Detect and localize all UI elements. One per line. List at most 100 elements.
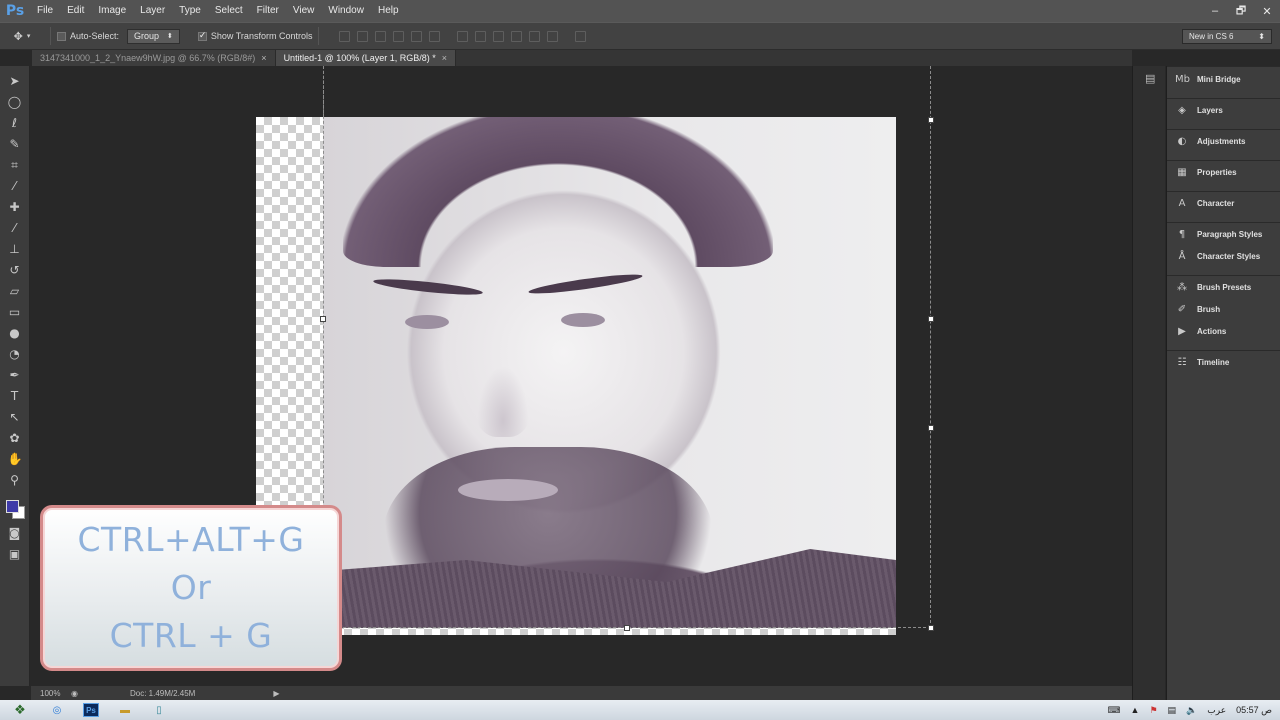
move-icon[interactable]: ➤: [8, 74, 22, 89]
panel-group: ◈ Layers: [1167, 98, 1280, 121]
tool-preset-picker[interactable]: ✥ ▾: [0, 30, 44, 43]
minimize-button[interactable]: –: [1208, 5, 1222, 17]
menu-filter[interactable]: Filter: [250, 0, 286, 22]
align-bottom-icon[interactable]: [375, 30, 387, 42]
menu-file[interactable]: File: [30, 0, 60, 22]
close-button[interactable]: ✕: [1260, 5, 1274, 18]
move-icon: ✥: [13, 30, 23, 43]
keyboard-icon[interactable]: ⌨: [1108, 705, 1121, 716]
transform-handle-bottom[interactable]: [624, 625, 630, 631]
blur-icon[interactable]: ●: [8, 326, 22, 341]
panel-mini-bridge[interactable]: Mb Mini Bridge: [1167, 68, 1280, 90]
dodge-icon[interactable]: ◔: [8, 347, 22, 362]
tab-untitled-1[interactable]: Untitled-1 @ 100% (Layer 1, RGB/8) * ×: [275, 50, 457, 66]
hand-icon[interactable]: ✋: [8, 452, 23, 467]
crop-icon[interactable]: ⌗: [8, 158, 22, 173]
transform-handle-right[interactable]: [928, 316, 934, 322]
menu-layer[interactable]: Layer: [133, 0, 172, 22]
foreground-color-swatch[interactable]: [5, 500, 19, 513]
transform-bounding-box[interactable]: [320, 66, 934, 631]
os-taskbar: ❖ ◎ Ps ▬ ▯ ⌨ ▲ ⚑ ▤ 🔈 عرب 05:57 ص: [0, 700, 1280, 720]
distribute-left-icon[interactable]: [511, 30, 523, 42]
status-menu-arrow-icon[interactable]: ▶: [273, 689, 279, 698]
tab-document-jpg[interactable]: 3147341000_1_2_Ynaew9hW.jpg @ 66.7% (RGB…: [32, 50, 276, 66]
marquee-icon[interactable]: ◯: [8, 95, 22, 110]
taskbar-app-button[interactable]: ▯: [142, 701, 176, 719]
pen-icon[interactable]: ✒: [8, 368, 22, 383]
show-transform-checkbox[interactable]: Show Transform Controls: [197, 30, 312, 41]
history-brush-icon[interactable]: ↺: [8, 263, 22, 278]
menu-image[interactable]: Image: [91, 0, 133, 22]
panel-properties[interactable]: ▦ Properties: [1167, 161, 1280, 183]
close-icon[interactable]: ×: [442, 50, 447, 66]
type-icon[interactable]: T: [8, 389, 22, 404]
eraser-icon[interactable]: ▱: [8, 284, 22, 299]
auto-select-checkbox[interactable]: Auto-Select:: [57, 31, 119, 41]
export-icon[interactable]: ◉: [71, 689, 78, 698]
panel-character[interactable]: A Character: [1167, 192, 1280, 214]
panel-paragraph-styles[interactable]: ¶ Paragraph Styles: [1167, 223, 1280, 245]
taskbar-photoshop-button[interactable]: Ps: [74, 701, 108, 719]
distribute-bottom-icon[interactable]: [493, 30, 505, 42]
distribute-vcenter-icon[interactable]: [475, 30, 487, 42]
panel-adjustments[interactable]: ◐ Adjustments: [1167, 130, 1280, 152]
auto-align-icon[interactable]: [575, 30, 587, 42]
gradient-icon[interactable]: ▭: [8, 305, 22, 320]
tray-expand-icon[interactable]: ▲: [1131, 705, 1140, 715]
panel-actions[interactable]: ▶ Actions: [1167, 320, 1280, 342]
shape-icon[interactable]: ✿: [8, 431, 22, 446]
align-left-icon[interactable]: [393, 30, 405, 42]
color-swatches[interactable]: [4, 498, 26, 520]
windows-start-icon[interactable]: ❖: [0, 702, 40, 718]
workspace-select[interactable]: New in CS 6 ⬍: [1182, 29, 1272, 44]
quick-select-icon[interactable]: ✎: [8, 137, 22, 152]
screen-mode-icon[interactable]: ▣: [8, 547, 22, 562]
zoom-level[interactable]: 100%: [31, 689, 71, 698]
taskbar-browser-button[interactable]: ◎: [40, 701, 74, 719]
stamp-icon[interactable]: ⊥: [8, 242, 22, 257]
menu-window[interactable]: Window: [321, 0, 371, 22]
panel-collapse-icon[interactable]: ▤: [1145, 72, 1155, 85]
menu-view[interactable]: View: [286, 0, 322, 22]
language-indicator[interactable]: عرب: [1207, 705, 1226, 716]
menu-help[interactable]: Help: [371, 0, 406, 22]
path-select-icon[interactable]: ↖: [8, 410, 22, 425]
align-hcenter-icon[interactable]: [411, 30, 423, 42]
distribute-hcenter-icon[interactable]: [529, 30, 541, 42]
lasso-icon[interactable]: ℓ: [8, 116, 22, 131]
quick-mask-icon[interactable]: ◙: [8, 526, 22, 541]
taskbar-explorer-button[interactable]: ▬: [108, 701, 142, 719]
healing-icon[interactable]: ✚: [8, 200, 22, 215]
zoom-icon[interactable]: ⚲: [8, 473, 22, 488]
transform-handle-mid-right[interactable]: [928, 425, 934, 431]
restore-button[interactable]: 🗗: [1234, 2, 1248, 21]
align-top-icon[interactable]: [339, 30, 351, 42]
panel-timeline[interactable]: ☷ Timeline: [1167, 351, 1280, 373]
close-icon[interactable]: ×: [261, 50, 266, 66]
shortcut-line-1: CTRL+ALT+G: [77, 520, 305, 559]
volume-icon[interactable]: 🔈: [1186, 705, 1197, 716]
distribute-right-icon[interactable]: [547, 30, 559, 42]
align-right-icon[interactable]: [429, 30, 441, 42]
panel-brush[interactable]: ✐ Brush: [1167, 298, 1280, 320]
align-vcenter-icon[interactable]: [357, 30, 369, 42]
menu-edit[interactable]: Edit: [60, 0, 91, 22]
tray-flag-icon[interactable]: ⚑: [1149, 705, 1157, 716]
character-styles-icon: Å: [1178, 250, 1186, 262]
clock[interactable]: 05:57 ص: [1236, 705, 1272, 716]
network-icon[interactable]: ▤: [1168, 705, 1177, 716]
transform-handle-left[interactable]: [320, 316, 326, 322]
transform-handle-bottom-right[interactable]: [928, 625, 934, 631]
doc-size: Doc: 1.49M/2.45M: [129, 688, 196, 698]
menu-type[interactable]: Type: [172, 0, 208, 22]
menu-select[interactable]: Select: [208, 0, 250, 22]
brush-icon[interactable]: ⁄: [8, 221, 22, 236]
auto-select-target-select[interactable]: Group ⬍: [127, 28, 180, 44]
panel-character-styles[interactable]: Å Character Styles: [1167, 245, 1280, 267]
eyedropper-icon[interactable]: ⁄: [8, 179, 22, 194]
panel-brush-presets[interactable]: ⁂ Brush Presets: [1167, 276, 1280, 298]
transform-handle-top-right[interactable]: [928, 117, 934, 123]
distribute-top-icon[interactable]: [457, 30, 469, 42]
panel-label: Brush Presets: [1197, 282, 1252, 292]
panel-layers[interactable]: ◈ Layers: [1167, 99, 1280, 121]
